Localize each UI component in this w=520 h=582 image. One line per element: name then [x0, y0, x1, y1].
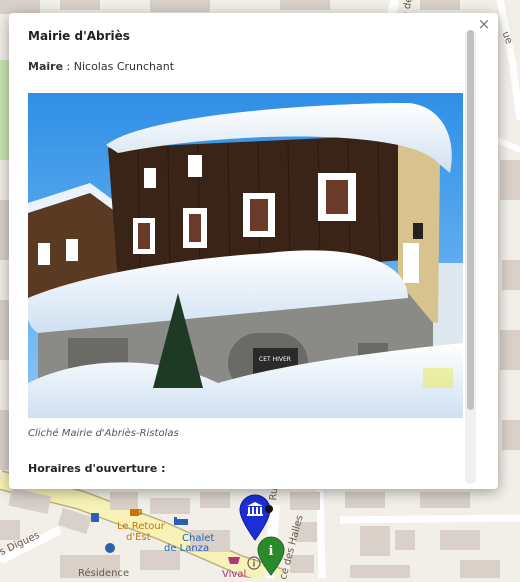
information-marker[interactable]: i: [255, 535, 287, 577]
mayor-name: Nicolas Crunchant: [73, 60, 175, 73]
shop-basket-icon[interactable]: [227, 553, 241, 565]
map-label-d-est[interactable]: d'Est: [126, 532, 151, 543]
popup-window: × Mairie d'Abriès Maire : Nicolas Crunch…: [9, 13, 498, 489]
hotel-icon[interactable]: [173, 516, 189, 528]
fountain-icon[interactable]: [103, 541, 117, 555]
mayor-label: Maire: [28, 60, 64, 73]
map-label-de-lanza[interactable]: de Lanza: [164, 543, 209, 554]
bus-stop-icon[interactable]: [90, 512, 100, 524]
svg-text:i: i: [269, 544, 274, 559]
map-label-le-retour[interactable]: Le Retour: [117, 521, 165, 532]
photo-caption: Cliché Mairie d'Abriès-Ristolas: [28, 428, 179, 439]
cafe-icon[interactable]: [129, 507, 143, 519]
town-hall-photo: CET HIVER: [28, 93, 463, 418]
popup-content: Mairie d'Abriès Maire : Nicolas Crunchan…: [9, 13, 479, 489]
mayor-line: Maire : Nicolas Crunchant: [28, 60, 174, 73]
mayor-separator: :: [63, 60, 74, 73]
photo-sign-text: CET HIVER: [259, 356, 291, 363]
map-label-vival[interactable]: Vival: [222, 569, 246, 580]
opening-hours-title: Horaires d'ouverture :: [28, 462, 166, 475]
popup-title: Mairie d'Abriès: [28, 29, 130, 43]
map-label-residence: Résidence: [78, 568, 130, 579]
